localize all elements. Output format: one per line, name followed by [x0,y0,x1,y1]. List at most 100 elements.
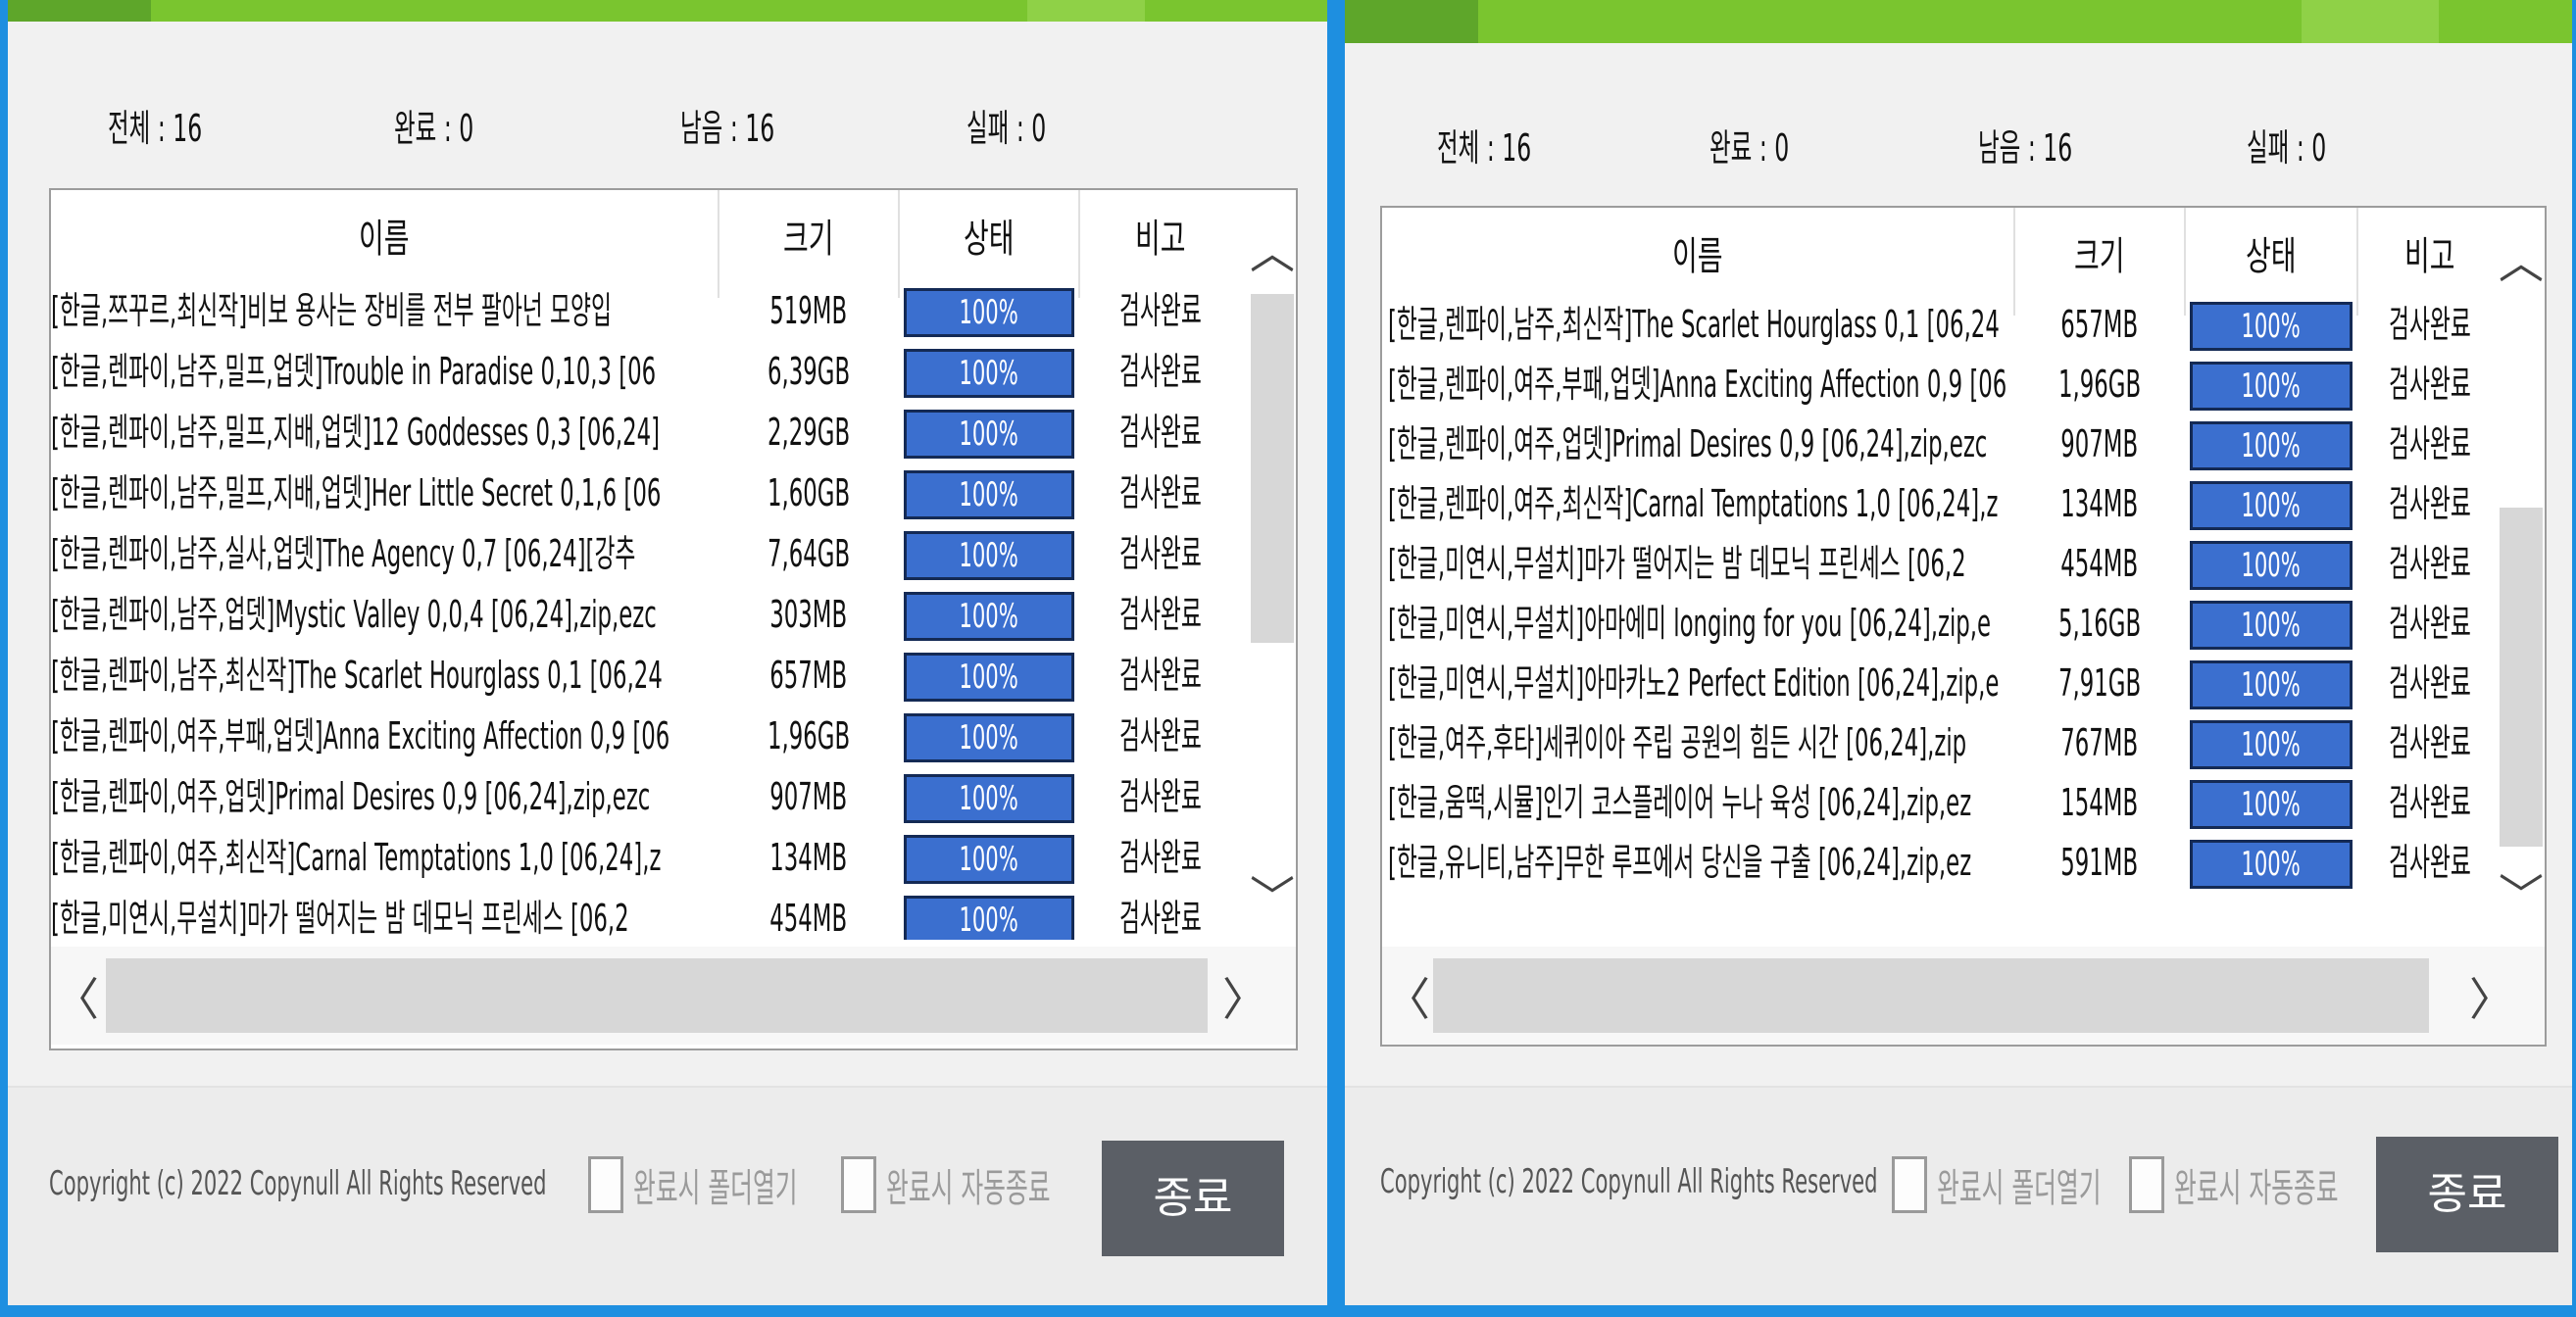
scroll-down-icon[interactable]: ﹀ [2496,860,2545,925]
row-note: 검사완료 [2389,542,2471,585]
row-name: [한글,렌파이,여주,최신작]Carnal Temptations 1,0 [0… [51,836,662,879]
table-row[interactable]: [한글,렌파이,남주,밀프,업뎃]Trouble in Paradise 0,1… [51,341,1241,402]
table-row[interactable]: [한글,렌파이,남주,밀프,지배,업뎃]12 Goddesses 0,3 [06… [51,402,1241,463]
table-row[interactable]: [한글,렌파이,여주,부패,업뎃]Anna Exciting Affection… [1382,354,2502,415]
table-row[interactable]: [한글,렌파이,여주,업뎃]Primal Desires 0,9 [06,24]… [51,766,1241,827]
scroll-up-icon[interactable]: ︿ [2496,227,2545,292]
table-row[interactable]: [한글,쯔꾸르,최신작]비보 용사는 장비를 전부 팔아넌 모양입 519MB 10… [51,280,1241,341]
row-size: 1,96GB [767,714,851,757]
row-name: [한글,렌파이,여주,부패,업뎃]Anna Exciting Affection… [51,714,670,757]
title-bar[interactable] [1345,0,2572,43]
window-left: 전체 : 16 완료 : 0 남음 : 16 실패 : 0 이름 크기 상태 비… [8,0,1327,1305]
row-note: 검사완료 [1119,836,1202,879]
checkbox-label: 완료시 자동종료 [2174,1166,2339,1211]
horizontal-scroll-thumb[interactable] [1433,958,2429,1033]
table-row[interactable]: [한글,미연시,무설치]아마에미 longing for you [06,24]… [1382,593,2502,654]
window-right: 전체 : 16 완료 : 0 남음 : 16 실패 : 0 이름 크기 상태 비… [1345,0,2572,1305]
row-note: 검사완료 [2389,363,2471,406]
progress-bar: 100% [904,531,1074,580]
row-name: [한글,렌파이,남주,최신작]The Scarlet Hourglass 0,1… [1388,303,2000,346]
progress-bar: 100% [904,653,1074,702]
table-row[interactable]: [한글,렌파이,여주,최신작]Carnal Temptations 1,0 [0… [1382,473,2502,534]
exit-button[interactable]: 종료 [2376,1137,2558,1252]
row-note: 검사완료 [1119,532,1202,575]
stat-done: 완료 : 0 [394,107,474,150]
horizontal-scrollbar[interactable]: 〈 〉 [1382,947,2545,1045]
title-bar[interactable] [8,0,1327,22]
progress-bar: 100% [904,896,1074,940]
checkbox-box[interactable] [2129,1156,2164,1213]
row-name: [한글,렌파이,여주,최신작]Carnal Temptations 1,0 [0… [1388,482,1999,525]
row-size: 154MB [2060,781,2139,824]
row-size: 5,16GB [2057,602,2142,645]
scroll-down-icon[interactable]: ﹀ [1247,862,1296,927]
scroll-right-icon[interactable]: 〉 [1219,964,1270,1029]
row-name: [한글,렌파이,여주,부패,업뎃]Anna Exciting Affection… [1388,363,2007,406]
checkbox-box[interactable] [841,1156,876,1213]
row-note: 검사완료 [1119,411,1202,454]
row-name: [한글,렌파이,남주,업뎃]Mystic Valley 0,0,4 [06,24… [51,593,657,636]
row-note: 검사완료 [1119,289,1202,332]
table-row[interactable]: [한글,렌파이,남주,업뎃]Mystic Valley 0,0,4 [06,24… [51,584,1241,645]
row-name: [한글,미연시,무설치]마가 떨어지는 밤 데모닉 프린세스 [06,2 [1388,542,1966,585]
progress-bar: 100% [904,288,1074,337]
checkbox-label: 완료시 폴더열기 [1937,1166,2102,1211]
checkbox-box[interactable] [588,1156,623,1213]
row-size: 454MB [2060,542,2139,585]
file-list[interactable]: 이름 크기 상태 비고 [한글,렌파이,남주,최신작]The Scarlet H… [1380,206,2547,1047]
row-name: [한글,유니티,남주]무한 루프에서 당신을 구출 [06,24],zip,ez [1388,841,1972,884]
exit-button[interactable]: 종료 [1102,1141,1284,1256]
vertical-scrollbar[interactable]: ︿ ﹀ [2496,208,2545,945]
row-name: [한글,미연시,무설치]마가 떨어지는 밤 데모닉 프린세스 [06,2 [51,897,629,940]
table-row[interactable]: [한글,미연시,무설치]아마카노2 Perfect Edition [06,24… [1382,653,2502,713]
progress-bar: 100% [2190,720,2353,769]
scroll-left-icon[interactable]: 〈 [51,964,102,1029]
row-size: 7,91GB [2057,661,2142,705]
row-note: 검사완료 [1119,714,1202,757]
row-size: 657MB [2060,303,2139,346]
row-size: 134MB [769,836,848,879]
stat-failed: 실패 : 0 [966,107,1047,150]
row-note: 검사완료 [2389,422,2471,465]
horizontal-scroll-thumb[interactable] [106,958,1208,1033]
table-row[interactable]: [한글,움떡,시뮬]인기 코스플레이어 누나 육성 [06,24],zip,ez… [1382,772,2502,833]
table-row[interactable]: [한글,렌파이,여주,부패,업뎃]Anna Exciting Affection… [51,706,1241,766]
progress-bar: 100% [2190,362,2353,411]
scroll-up-icon[interactable]: ︿ [1247,218,1296,282]
table-row[interactable]: [한글,렌파이,남주,밀프,지배,업뎃]Her Little Secret 0,… [51,463,1241,523]
row-name: [한글,움떡,시뮬]인기 코스플레이어 누나 육성 [06,24],zip,ez [1388,781,1972,824]
vertical-scroll-thumb[interactable] [1251,294,1294,643]
row-size: 657MB [769,654,848,697]
footer: Copyright (c) 2022 Copynull All Rights R… [1345,1086,2572,1305]
table-row[interactable]: [한글,렌파이,여주,업뎃]Primal Desires 0,9 [06,24]… [1382,414,2502,474]
progress-bar: 100% [2190,421,2353,470]
vertical-scroll-thumb[interactable] [2500,508,2543,847]
row-size: 907MB [2060,422,2139,465]
row-name: [한글,렌파이,남주,밀프,지배,업뎃]Her Little Secret 0,… [51,471,662,514]
horizontal-scrollbar[interactable]: 〈 〉 [51,947,1296,1045]
progress-bar: 100% [2190,302,2353,351]
scroll-left-icon[interactable]: 〈 [1382,964,1433,1029]
table-row[interactable]: [한글,유니티,남주]무한 루프에서 당신을 구출 [06,24],zip,ez… [1382,832,2502,893]
file-list[interactable]: 이름 크기 상태 비고 [한글,쯔꾸르,최신작]비보 용사는 장비를 전부 팔아… [49,188,1298,1050]
row-name: [한글,쯔꾸르,최신작]비보 용사는 장비를 전부 팔아넌 모양입 [51,289,612,332]
table-row[interactable]: [한글,렌파이,여주,최신작]Carnal Temptations 1,0 [0… [51,827,1241,888]
row-note: 검사완료 [2389,781,2471,824]
progress-bar: 100% [904,713,1074,762]
row-size: 7,64GB [767,532,851,575]
table-row[interactable]: [한글,미연시,무설치]마가 떨어지는 밤 데모닉 프린세스 [06,2 454M… [1382,533,2502,594]
scroll-right-icon[interactable]: 〉 [2466,964,2517,1029]
table-row[interactable]: [한글,미연시,무설치]마가 떨어지는 밤 데모닉 프린세스 [06,2 454M… [51,888,1241,940]
table-row[interactable]: [한글,렌파이,남주,실사,업뎃]The Agency 0,7 [06,24][… [51,523,1241,584]
row-size: 591MB [2060,841,2139,884]
progress-bar: 100% [904,592,1074,641]
checkbox-box[interactable] [1892,1156,1927,1213]
row-name: [한글,렌파이,남주,실사,업뎃]The Agency 0,7 [06,24][… [51,532,636,575]
vertical-scrollbar[interactable]: ︿ ﹀ [1247,190,1296,949]
table-row[interactable]: [한글,렌파이,남주,최신작]The Scarlet Hourglass 0,1… [1382,294,2502,355]
table-row[interactable]: [한글,여주,후타]세퀴이아 주립 공원의 힘든 시간 [06,24],zip 7… [1382,712,2502,773]
progress-bar: 100% [2190,481,2353,530]
row-size: 2,29GB [767,411,851,454]
stat-total: 전체 : 16 [1437,126,1532,170]
table-row[interactable]: [한글,렌파이,남주,최신작]The Scarlet Hourglass 0,1… [51,645,1241,706]
